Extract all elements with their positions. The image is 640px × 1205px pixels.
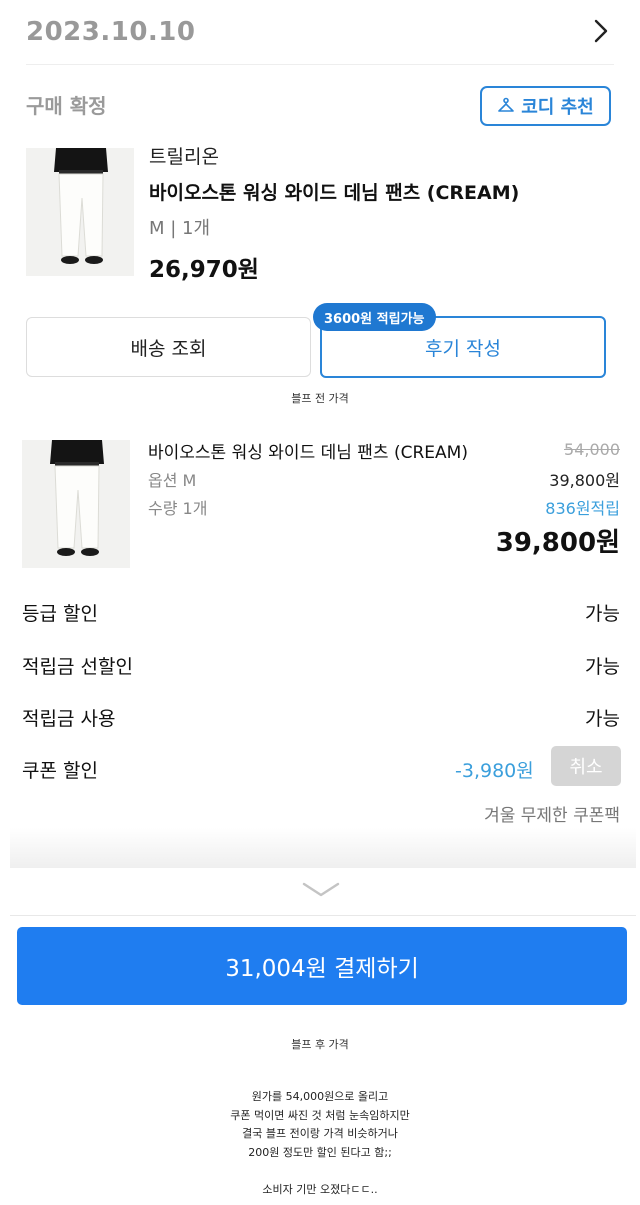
product-image[interactable]	[26, 148, 134, 276]
order-status: 구매 확정	[26, 94, 107, 118]
grade-discount-value[interactable]: 가능	[585, 599, 620, 626]
order-date: 2023.10.10	[26, 17, 196, 47]
checkout-product-image	[22, 440, 130, 568]
item-total: 39,800원	[495, 528, 620, 558]
note-line: 원가를 54,000원으로 올리고	[251, 1090, 389, 1103]
note-line: 200원 정도만 할인 된다고 함;;	[248, 1145, 392, 1159]
review-points-badge: 3600원 적립가능	[313, 303, 436, 331]
scroll-fade	[10, 828, 636, 868]
pants-model-image	[26, 148, 134, 276]
pants-model-image	[22, 440, 130, 568]
coupon-cancel-button[interactable]: 취소	[551, 746, 621, 786]
sale-price: 39,800원	[549, 471, 620, 490]
note-line: 쿠폰 먹이면 싸진 것 처럼 눈속임하지만	[230, 1108, 410, 1122]
codi-recommend-button[interactable]: 코디 추천	[480, 86, 611, 126]
checkout-product-quantity: 수량 1개	[148, 499, 208, 518]
coupon-discount-label: 쿠폰 할인	[22, 760, 98, 782]
codi-recommend-label: 코디 추천	[521, 97, 594, 118]
product-price: 26,970원	[149, 257, 259, 283]
note-line: 결국 블프 전이랑 가격 비슷하거나	[242, 1127, 398, 1140]
note-line: 소비자 기만 오졌다ㄷㄷ..	[262, 1182, 378, 1196]
product-brand: 트릴리온	[149, 146, 219, 168]
chevron-right-icon[interactable]	[590, 18, 612, 44]
pay-button[interactable]: 31,004원 결제하기	[17, 927, 627, 1005]
note-line	[0, 1162, 640, 1181]
product-option: M | 1개	[149, 218, 211, 239]
checkout-product-option: 옵션 M	[148, 471, 197, 490]
original-price: 54,000	[564, 440, 620, 459]
coupon-pack-name[interactable]: 겨울 무제한 쿠폰팩	[484, 801, 620, 826]
points-earned: 836원적립	[545, 499, 620, 518]
coupon-discount-amount: -3,980원	[455, 760, 534, 782]
caption-before: 블프 전 가격	[291, 392, 349, 405]
points-prediscount-label: 적립금 선할인	[22, 656, 133, 678]
order-header[interactable]: 2023.10.10	[0, 0, 640, 62]
hanger-icon	[498, 97, 515, 112]
chevron-down-icon[interactable]	[302, 882, 340, 898]
grade-discount-label: 등급 할인	[22, 603, 98, 625]
points-use-label: 적립금 사용	[22, 708, 116, 730]
product-name[interactable]: 바이오스톤 워싱 와이드 데님 팬츠 (CREAM)	[149, 178, 519, 205]
checkout-product-name: 바이오스톤 워싱 와이드 데님 팬츠 (CREAM)	[148, 443, 468, 463]
divider	[26, 64, 614, 65]
points-use-value[interactable]: 가능	[585, 704, 620, 731]
divider	[10, 915, 636, 916]
shipping-tracking-button[interactable]: 배송 조회	[26, 317, 311, 377]
points-prediscount-value[interactable]: 가능	[585, 652, 620, 679]
commentary-note: 원가를 54,000원으로 올리고 쿠폰 먹이면 싸진 것 처럼 눈속임하지만 …	[0, 1088, 640, 1199]
caption-after: 블프 후 가격	[291, 1038, 349, 1051]
